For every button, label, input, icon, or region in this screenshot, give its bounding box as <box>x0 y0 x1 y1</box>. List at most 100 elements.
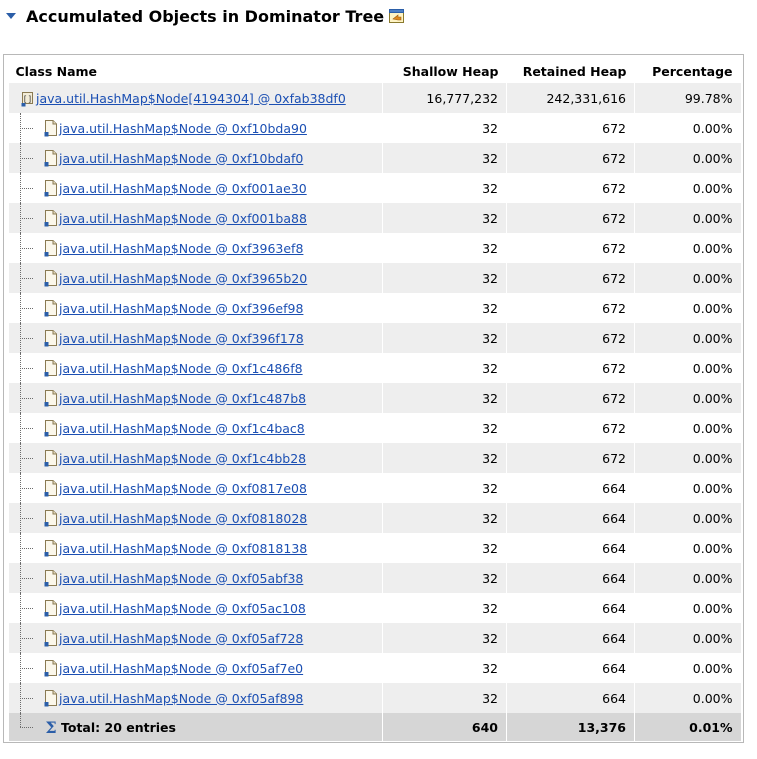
object-instance-icon <box>44 329 58 347</box>
retained-heap-cell: 672 <box>506 443 635 473</box>
root-name-cell: [] java.util.HashMap$Node[4194304] @ 0xf… <box>8 83 383 113</box>
class-name-cell: java.util.HashMap$Node @ 0xf396f178 <box>8 323 383 353</box>
table-row[interactable]: java.util.HashMap$Node @ 0xf10bdaf0 32 672… <box>8 143 741 173</box>
object-instance-icon <box>44 389 58 407</box>
retained-heap-cell: 672 <box>506 323 635 353</box>
tree-branch-line <box>20 638 33 640</box>
retained-heap-cell: 672 <box>506 203 635 233</box>
tree-branch-line <box>20 548 33 550</box>
retained-heap-cell: 664 <box>506 533 635 563</box>
table-row[interactable]: java.util.HashMap$Node @ 0xf3963ef8 32 672… <box>8 233 741 263</box>
table-row[interactable]: java.util.HashMap$Node @ 0xf1c486f8 32 672… <box>8 353 741 383</box>
table-row[interactable]: java.util.HashMap$Node @ 0xf1c4bac8 32 672… <box>8 413 741 443</box>
column-header-shallow-heap[interactable]: Shallow Heap <box>383 59 507 83</box>
table-row[interactable]: java.util.HashMap$Node @ 0xf396ef98 32 672… <box>8 293 741 323</box>
table-row-root[interactable]: [] java.util.HashMap$Node[4194304] @ 0xf… <box>8 83 741 113</box>
shallow-heap-cell: 32 <box>382 353 507 383</box>
root-object-link[interactable]: java.util.HashMap$Node[4194304] @ 0xfab3… <box>36 91 346 106</box>
root-percentage: 99.78% <box>634 83 741 113</box>
retained-heap-cell: 664 <box>506 653 635 683</box>
object-link[interactable]: java.util.HashMap$Node @ 0xf3963ef8 <box>59 241 303 256</box>
table-row[interactable]: java.util.HashMap$Node @ 0xf05ac108 32 664… <box>8 593 741 623</box>
percentage-cell: 0.00% <box>634 383 741 413</box>
table-row[interactable]: java.util.HashMap$Node @ 0xf001ba88 32 672… <box>8 203 741 233</box>
retained-heap-cell: 664 <box>506 503 635 533</box>
object-instance-icon <box>44 569 58 587</box>
table-row[interactable]: java.util.HashMap$Node @ 0xf05af728 32 664… <box>8 623 741 653</box>
table-row[interactable]: java.util.HashMap$Node @ 0xf0818028 32 664… <box>8 503 741 533</box>
object-instance-icon <box>44 149 58 167</box>
object-instance-icon <box>44 179 58 197</box>
table-row[interactable]: java.util.HashMap$Node @ 0xf0817e08 32 664… <box>8 473 741 503</box>
object-instance-icon <box>44 119 58 137</box>
object-instance-icon <box>44 239 58 257</box>
tree-branch-line <box>20 518 33 520</box>
percentage-cell: 0.00% <box>634 443 741 473</box>
shallow-heap-cell: 32 <box>382 233 507 263</box>
percentage-cell: 0.00% <box>634 143 741 173</box>
retained-heap-cell: 672 <box>506 233 635 263</box>
table-row[interactable]: java.util.HashMap$Node @ 0xf05af7e0 32 664… <box>8 653 741 683</box>
object-link[interactable]: java.util.HashMap$Node @ 0xf3965b20 <box>59 271 307 286</box>
shallow-heap-cell: 32 <box>382 593 507 623</box>
retained-heap-cell: 672 <box>506 113 635 143</box>
total-shallow-heap: 640 <box>382 713 507 741</box>
triangle-down-icon[interactable] <box>4 9 18 23</box>
object-instance-icon <box>44 479 58 497</box>
object-array-icon: [] <box>21 89 35 107</box>
table-row[interactable]: java.util.HashMap$Node @ 0xf001ae30 32 672… <box>8 173 741 203</box>
object-link[interactable]: java.util.HashMap$Node @ 0xf1c4bb28 <box>59 451 306 466</box>
table-row[interactable]: java.util.HashMap$Node @ 0xf1c487b8 32 672… <box>8 383 741 413</box>
table-row[interactable]: java.util.HashMap$Node @ 0xf3965b20 32 672… <box>8 263 741 293</box>
tree-branch-line <box>20 248 33 250</box>
object-instance-icon <box>44 539 58 557</box>
class-name-cell: java.util.HashMap$Node @ 0xf1c4bac8 <box>8 413 383 443</box>
object-link[interactable]: java.util.HashMap$Node @ 0xf1c486f8 <box>59 361 303 376</box>
object-link[interactable]: java.util.HashMap$Node @ 0xf396ef98 <box>59 301 303 316</box>
class-name-cell: java.util.HashMap$Node @ 0xf0817e08 <box>8 473 383 503</box>
class-name-cell: java.util.HashMap$Node @ 0xf05af898 <box>8 683 383 713</box>
object-link[interactable]: java.util.HashMap$Node @ 0xf1c487b8 <box>59 391 306 406</box>
object-link[interactable]: java.util.HashMap$Node @ 0xf10bda90 <box>59 121 307 136</box>
object-link[interactable]: java.util.HashMap$Node @ 0xf05af7e0 <box>59 661 303 676</box>
object-link[interactable]: java.util.HashMap$Node @ 0xf05af728 <box>59 631 303 646</box>
object-link[interactable]: java.util.HashMap$Node @ 0xf05af898 <box>59 691 303 706</box>
shallow-heap-cell: 32 <box>382 563 507 593</box>
table-row[interactable]: java.util.HashMap$Node @ 0xf05af898 32 664… <box>8 683 741 713</box>
class-name-cell: java.util.HashMap$Node @ 0xf10bdaf0 <box>8 143 383 173</box>
object-link[interactable]: java.util.HashMap$Node @ 0xf001ae30 <box>59 181 307 196</box>
percentage-cell: 0.00% <box>634 203 741 233</box>
object-link[interactable]: java.util.HashMap$Node @ 0xf0818138 <box>59 541 307 556</box>
dominator-table: Class Name Shallow Heap Retained Heap Pe… <box>8 59 741 741</box>
object-link[interactable]: java.util.HashMap$Node @ 0xf05abf38 <box>59 571 303 586</box>
object-link[interactable]: java.util.HashMap$Node @ 0xf10bdaf0 <box>59 151 303 166</box>
table-row[interactable]: java.util.HashMap$Node @ 0xf05abf38 32 664… <box>8 563 741 593</box>
percentage-cell: 0.00% <box>634 323 741 353</box>
svg-text:[]: [] <box>23 95 33 104</box>
percentage-cell: 0.00% <box>634 263 741 293</box>
table-row[interactable]: java.util.HashMap$Node @ 0xf396f178 32 672… <box>8 323 741 353</box>
object-instance-icon <box>44 209 58 227</box>
object-link[interactable]: java.util.HashMap$Node @ 0xf001ba88 <box>59 211 307 226</box>
column-header-retained-heap[interactable]: Retained Heap <box>507 59 635 83</box>
object-instance-icon <box>44 659 58 677</box>
table-row[interactable]: java.util.HashMap$Node @ 0xf1c4bb28 32 672… <box>8 443 741 473</box>
column-header-percentage[interactable]: Percentage <box>635 59 741 83</box>
percentage-cell: 0.00% <box>634 503 741 533</box>
object-link[interactable]: java.util.HashMap$Node @ 0xf396f178 <box>59 331 304 346</box>
object-link[interactable]: java.util.HashMap$Node @ 0xf05ac108 <box>59 601 306 616</box>
column-header-class-name[interactable]: Class Name <box>9 59 383 83</box>
table-row[interactable]: java.util.HashMap$Node @ 0xf0818138 32 664… <box>8 533 741 563</box>
object-link[interactable]: java.util.HashMap$Node @ 0xf1c4bac8 <box>59 421 305 436</box>
table-row[interactable]: java.util.HashMap$Node @ 0xf10bda90 32 672… <box>8 113 741 143</box>
class-name-cell: java.util.HashMap$Node @ 0xf05abf38 <box>8 563 383 593</box>
retained-heap-cell: 664 <box>506 593 635 623</box>
class-name-cell: java.util.HashMap$Node @ 0xf396ef98 <box>8 293 383 323</box>
open-in-view-icon[interactable] <box>388 7 406 25</box>
percentage-cell: 0.00% <box>634 593 741 623</box>
object-link[interactable]: java.util.HashMap$Node @ 0xf0817e08 <box>59 481 307 496</box>
tree-branch-line <box>20 368 33 370</box>
sigma-sum-icon: Σ <box>44 718 58 737</box>
class-name-cell: java.util.HashMap$Node @ 0xf1c4bb28 <box>8 443 383 473</box>
object-link[interactable]: java.util.HashMap$Node @ 0xf0818028 <box>59 511 307 526</box>
